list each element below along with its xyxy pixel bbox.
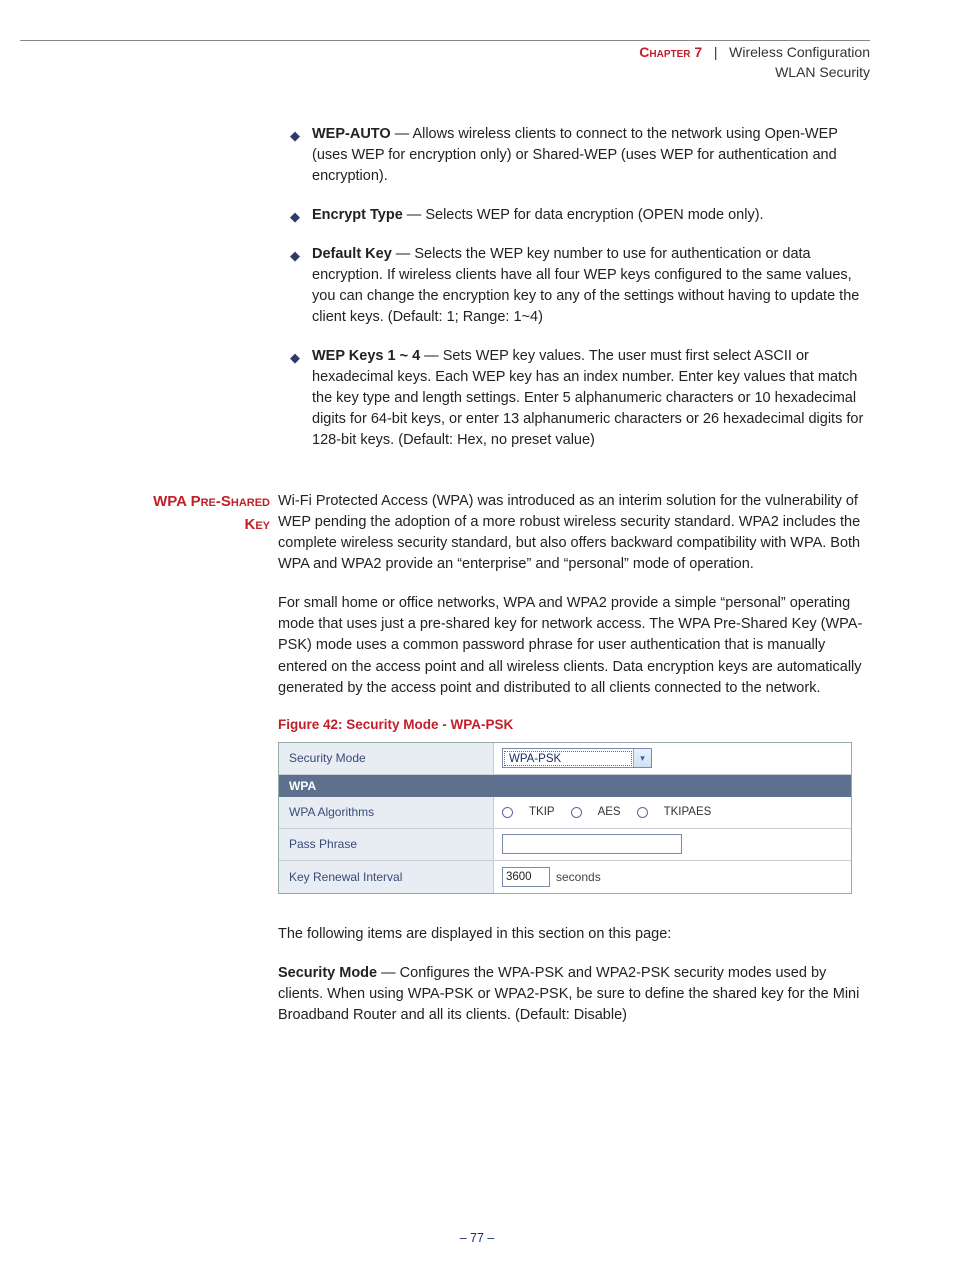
radio-label: TKIPAES xyxy=(664,806,712,818)
radio-label: TKIP xyxy=(529,806,555,818)
bullet-item: ◆ Encrypt Type — Selects WEP for data en… xyxy=(290,205,870,226)
page-number: – 77 – xyxy=(0,1231,954,1245)
renewal-interval-input[interactable]: 3600 xyxy=(502,867,550,887)
item-term: Security Mode xyxy=(278,965,377,981)
bullet-diamond-icon: ◆ xyxy=(290,247,300,266)
bullet-body: — Selects the WEP key number to use for … xyxy=(312,246,859,325)
chevron-down-icon: ▾ xyxy=(633,749,651,767)
side-heading: WPA Pre-Shared Key xyxy=(0,491,278,593)
bullet-body: — Selects WEP for data encryption (OPEN … xyxy=(403,207,764,223)
after-figure-intro: The following items are displayed in thi… xyxy=(278,924,870,945)
chapter-separator: | xyxy=(706,44,725,60)
section-wpa-psk: WPA Pre-Shared Key Wi-Fi Protected Acces… xyxy=(0,491,870,593)
figure-section-header: WPA xyxy=(279,775,851,797)
bullet-item: ◆ WEP-AUTO — Allows wireless clients to … xyxy=(290,124,870,187)
chapter-title: Wireless Configuration xyxy=(729,44,870,60)
bullet-item: ◆ Default Key — Selects the WEP key numb… xyxy=(290,244,870,328)
bullet-term: Default Key xyxy=(312,246,392,262)
security-mode-dropdown[interactable]: WPA-PSK ▾ xyxy=(502,748,652,768)
radio-tkipaes[interactable] xyxy=(637,807,648,818)
header-subhead: WLAN Security xyxy=(0,63,870,83)
bullet-item: ◆ WEP Keys 1 ~ 4 — Sets WEP key values. … xyxy=(290,346,870,451)
radio-tkip[interactable] xyxy=(502,807,513,818)
figure-label-algorithms: WPA Algorithms xyxy=(279,797,494,828)
section-paragraph: Wi-Fi Protected Access (WPA) was introdu… xyxy=(278,491,870,575)
header-rule xyxy=(20,40,870,41)
bullet-term: Encrypt Type xyxy=(312,207,403,223)
page-content: ◆ WEP-AUTO — Allows wireless clients to … xyxy=(0,124,870,1025)
passphrase-input[interactable] xyxy=(502,834,682,854)
bullet-body: — Allows wireless clients to connect to … xyxy=(312,126,838,184)
bullet-term: WEP Keys 1 ~ 4 xyxy=(312,348,420,364)
bullet-diamond-icon: ◆ xyxy=(290,127,300,146)
bullet-diamond-icon: ◆ xyxy=(290,349,300,368)
figure-security-mode: Security Mode WPA-PSK ▾ WPA WPA Algorith… xyxy=(278,742,852,894)
figure-label-passphrase: Pass Phrase xyxy=(279,829,494,860)
page-header: Chapter 7 | Wireless Configuration WLAN … xyxy=(0,43,870,82)
bullet-term: WEP-AUTO xyxy=(312,126,391,142)
figure-caption: Figure 42: Security Mode - WPA-PSK xyxy=(278,717,870,732)
wpa-algorithms-radio-group: TKIP AES TKIPAES xyxy=(502,806,711,818)
bullet-diamond-icon: ◆ xyxy=(290,208,300,227)
figure-label-security-mode: Security Mode xyxy=(279,743,494,774)
radio-aes[interactable] xyxy=(571,807,582,818)
after-figure-item: Security Mode — Configures the WPA-PSK a… xyxy=(278,963,870,1026)
renewal-unit-label: seconds xyxy=(556,870,601,884)
radio-label: AES xyxy=(598,806,621,818)
figure-label-renewal: Key Renewal Interval xyxy=(279,861,494,893)
section-paragraph: For small home or office networks, WPA a… xyxy=(278,593,870,698)
chapter-label: Chapter 7 xyxy=(639,44,702,60)
dropdown-value: WPA-PSK xyxy=(504,751,632,766)
